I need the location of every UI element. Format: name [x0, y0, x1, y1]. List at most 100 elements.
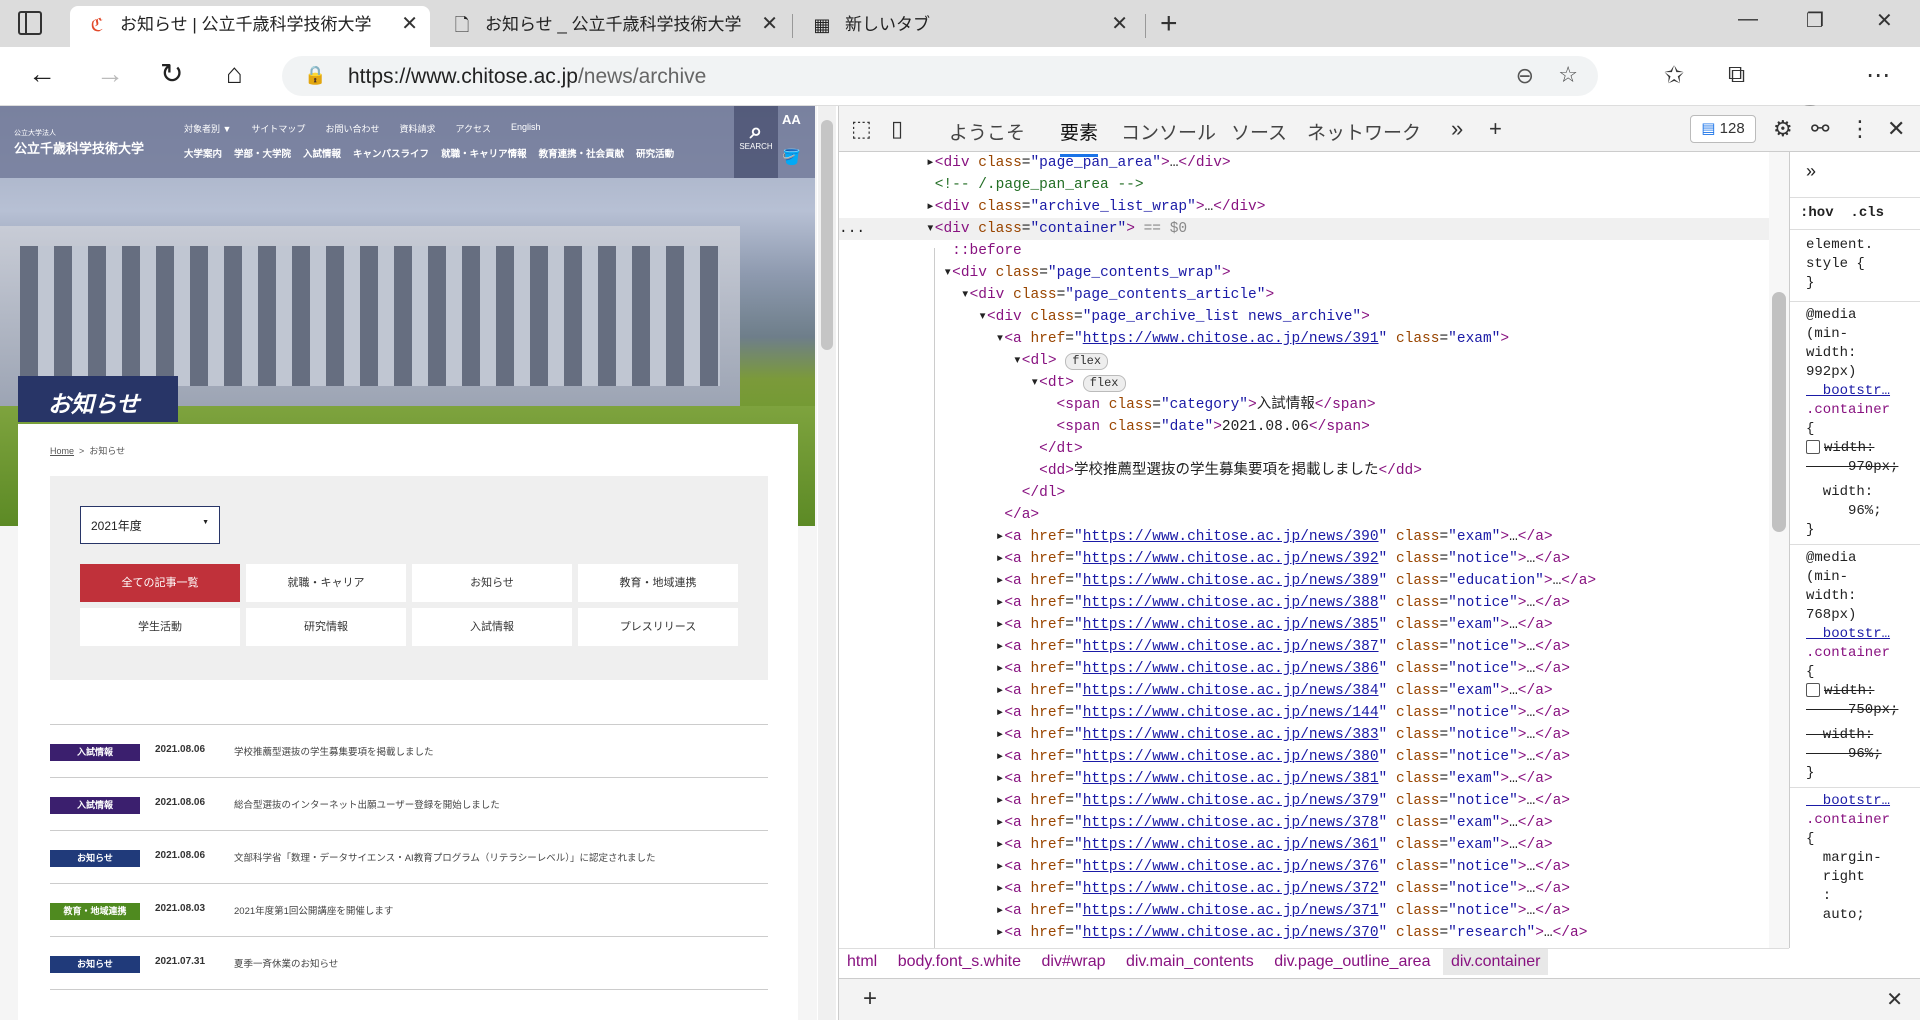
style-selector[interactable]: .container: [1790, 644, 1920, 663]
page-scrollbar[interactable]: [818, 106, 836, 1020]
dom-node[interactable]: </a>: [839, 504, 1774, 526]
news-title[interactable]: 学校推薦型選抜の学生募集要項を掲載しました: [234, 744, 434, 758]
tab-sources[interactable]: ソース: [1231, 118, 1287, 145]
nav-faculty[interactable]: 学部・大学院: [234, 146, 291, 160]
style-declaration[interactable]: auto;: [1790, 906, 1920, 925]
style-line[interactable]: }: [1790, 521, 1920, 540]
nav-research[interactable]: 研究活動: [636, 146, 674, 160]
property-checkbox[interactable]: [1806, 440, 1820, 455]
style-source-link[interactable]: bootstr…: [1790, 625, 1920, 644]
dom-node[interactable]: ▸<a href="https://www.chitose.ac.jp/news…: [839, 812, 1774, 834]
close-devtools-icon[interactable]: ✕: [1887, 116, 1905, 142]
new-tab-button[interactable]: +: [1160, 6, 1178, 42]
dom-node[interactable]: ▸<a href="https://www.chitose.ac.jp/news…: [839, 636, 1774, 658]
add-drawer-tab-icon[interactable]: +: [863, 985, 877, 1013]
collections-icon[interactable]: ⧉: [1728, 61, 1745, 89]
nav-campus-life[interactable]: キャンパスライフ: [353, 146, 429, 160]
dom-node[interactable]: ▸<a href="https://www.chitose.ac.jp/news…: [839, 878, 1774, 900]
dom-node[interactable]: ▸<a href="https://www.chitose.ac.jp/news…: [839, 614, 1774, 636]
dom-node[interactable]: ▾<dl> flex: [839, 350, 1774, 372]
tab-console[interactable]: コンソール: [1121, 118, 1216, 145]
page-scrollbar-thumb[interactable]: [821, 120, 833, 350]
cls-toggle[interactable]: .cls: [1850, 205, 1884, 221]
dom-node[interactable]: <span class="category">入試情報</span>: [839, 394, 1774, 416]
style-line[interactable]: style {: [1790, 255, 1920, 274]
dom-node[interactable]: ▾<div class="page_contents_article">: [839, 284, 1774, 306]
dom-pseudo[interactable]: ::before: [839, 240, 1774, 262]
dom-node[interactable]: ▾<a href="https://www.chitose.ac.jp/news…: [839, 328, 1774, 350]
nav-admissions[interactable]: 入試情報: [303, 146, 341, 160]
settings-icon[interactable]: ⚙: [1773, 116, 1793, 142]
dom-tree-scrollbar-thumb[interactable]: [1772, 292, 1786, 532]
dom-node[interactable]: ▸<a href="https://www.chitose.ac.jp/news…: [839, 570, 1774, 592]
tab-elements[interactable]: 要素: [1060, 118, 1099, 157]
add-tool-icon[interactable]: +: [1489, 116, 1502, 142]
news-item[interactable]: お知らせ 2021.07.31 夏季一斉休業のお知らせ: [50, 936, 768, 989]
font-size-button[interactable]: AA: [782, 112, 801, 127]
news-title[interactable]: 総合型選抜のインターネット出願ユーザー登録を開始しました: [234, 797, 500, 811]
close-drawer-icon[interactable]: ✕: [1886, 987, 1903, 1012]
crumb-wrap[interactable]: div#wrap: [1033, 949, 1113, 975]
dom-node[interactable]: ▸<a href="https://www.chitose.ac.jp/news…: [839, 790, 1774, 812]
dom-node[interactable]: ▸<a href="https://www.chitose.ac.jp/news…: [839, 746, 1774, 768]
tab-chitose-news[interactable]: ℭ お知らせ | 公立千歳科学技術大学 ✕: [70, 6, 430, 47]
devtools-menu-icon[interactable]: ⋮: [1849, 116, 1871, 142]
hov-toggle[interactable]: :hov: [1800, 205, 1834, 221]
news-title[interactable]: 2021年度第1回公開講座を開催します: [234, 903, 393, 917]
style-declaration[interactable]: :: [1790, 887, 1920, 906]
category-all[interactable]: 全ての記事一覧: [80, 564, 240, 602]
style-declaration[interactable]: 96%;: [1790, 502, 1920, 521]
style-line[interactable]: {: [1790, 663, 1920, 682]
style-line[interactable]: 992px): [1790, 363, 1920, 382]
style-declaration[interactable]: 96%;: [1790, 745, 1920, 764]
style-declaration[interactable]: width:: [1790, 483, 1920, 502]
style-line[interactable]: {: [1790, 830, 1920, 849]
dom-tree-scrollbar[interactable]: [1769, 152, 1789, 948]
dom-node[interactable]: ▸<a href="https://www.chitose.ac.jp/news…: [839, 592, 1774, 614]
style-line[interactable]: element.: [1790, 236, 1920, 255]
flex-badge[interactable]: flex: [1065, 353, 1109, 370]
property-checkbox[interactable]: [1806, 683, 1820, 698]
node-actions-ellipsis[interactable]: ...: [839, 221, 865, 237]
dom-node-selected[interactable]: ... ▾<div class="container"> == $0: [839, 218, 1774, 240]
category-notice[interactable]: お知らせ: [412, 564, 572, 602]
close-tab-icon[interactable]: ✕: [401, 6, 418, 43]
dom-node[interactable]: ▾<div class="page_contents_wrap">: [839, 262, 1774, 284]
tab-welcome[interactable]: ようこそ: [949, 118, 1025, 145]
style-line[interactable]: {: [1790, 420, 1920, 439]
nav-sitemap[interactable]: サイトマップ: [251, 122, 305, 135]
close-tab-icon[interactable]: ✕: [1111, 6, 1128, 43]
dom-node[interactable]: ▾<dt> flex: [839, 372, 1774, 394]
tab-chitose-news-2[interactable]: 🗋 お知らせ _ 公立千歳科学技術大学 ✕: [435, 6, 790, 47]
site-logo[interactable]: 公立大学法人 公立千歳科学技術大学: [14, 128, 144, 157]
home-icon[interactable]: ⌂: [226, 59, 243, 89]
style-line[interactable]: }: [1790, 764, 1920, 783]
style-line[interactable]: (min-: [1790, 325, 1920, 344]
style-line[interactable]: 768px): [1790, 606, 1920, 625]
news-item[interactable]: 入試情報 2021.08.06 総合型選抜のインターネット出願ユーザー登録を開始…: [50, 777, 768, 830]
style-line[interactable]: @media: [1790, 544, 1920, 568]
crumb-main-contents[interactable]: div.main_contents: [1118, 949, 1262, 975]
crumb-container[interactable]: div.container: [1442, 949, 1549, 975]
refresh-icon[interactable]: ↻: [160, 59, 183, 89]
nav-about[interactable]: 大学案内: [184, 146, 222, 160]
tab-actions-icon[interactable]: [18, 11, 42, 35]
minimize-icon[interactable]: —: [1738, 8, 1758, 31]
style-source-link[interactable]: bootstr…: [1790, 382, 1920, 401]
tab-network[interactable]: ネットワーク: [1307, 118, 1421, 145]
dom-node[interactable]: ▸<div class="archive_list_wrap">…</div>: [839, 196, 1774, 218]
nav-career[interactable]: 就職・キャリア情報: [441, 146, 527, 160]
crumb-html[interactable]: html: [839, 949, 885, 975]
style-line[interactable]: (min-: [1790, 568, 1920, 587]
nav-outreach[interactable]: 教育連携・社会貢献: [539, 146, 625, 160]
dom-tree[interactable]: ▸<div class="page_pan_area">…</div> <!--…: [839, 152, 1774, 948]
dom-node[interactable]: ▸<a href="https://www.chitose.ac.jp/news…: [839, 900, 1774, 922]
tab-new-tab[interactable]: ▦ 新しいタブ ✕: [795, 6, 1140, 47]
style-selector[interactable]: .container: [1790, 401, 1920, 420]
forward-icon[interactable]: →: [96, 59, 124, 89]
dom-node[interactable]: ▸<a href="https://www.chitose.ac.jp/news…: [839, 658, 1774, 680]
news-item[interactable]: 教育・地域連携 2021.08.03 2021年度第1回公開講座を開催します: [50, 883, 768, 936]
dom-node[interactable]: ▸<div class="page_pan_area">…</div>: [839, 152, 1774, 174]
style-declaration[interactable]: margin-: [1790, 849, 1920, 868]
nav-english[interactable]: English: [511, 122, 541, 135]
